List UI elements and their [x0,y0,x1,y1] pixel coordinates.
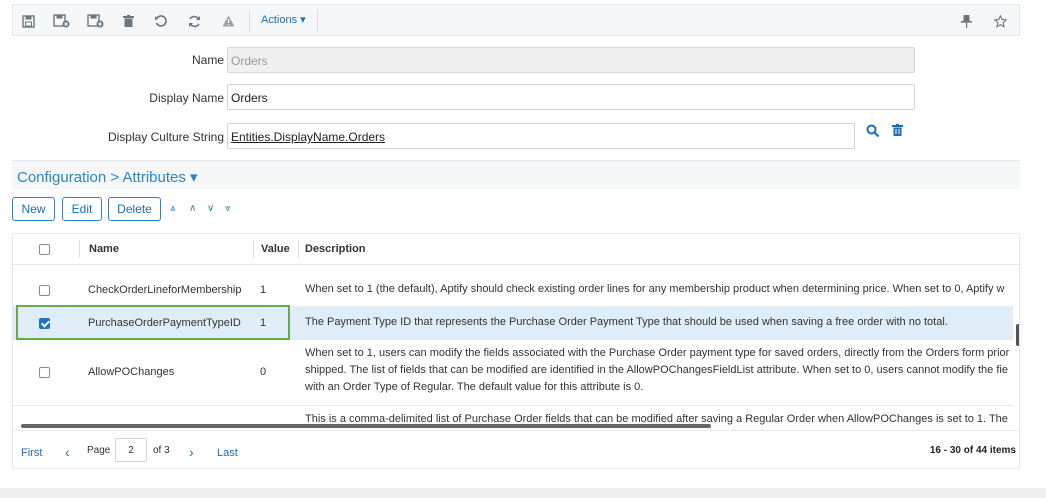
page-number-input[interactable]: 2 [115,438,147,462]
move-bottom-icon[interactable]: ⩔ [225,203,231,214]
select-all-checkbox[interactable] [39,244,50,255]
display-name-field[interactable]: Orders [227,84,915,110]
value-column-header[interactable]: Value [261,243,290,255]
move-down-icon[interactable]: ∨ [207,203,214,214]
delete-icon[interactable] [119,12,137,30]
next-page-icon[interactable]: › [189,444,194,460]
item-count: 16 - 30 of 44 items [929,445,1016,456]
move-up-icon[interactable]: ∧ [189,203,196,214]
horizontal-scrollbar[interactable] [21,424,711,428]
column-divider [253,240,254,258]
prev-page-icon[interactable]: ‹ [65,444,70,460]
config-section-header: Configuration > Attributes ▾ [12,160,1020,189]
save-and-close-icon[interactable] [53,12,71,30]
row-checkbox[interactable] [39,367,50,378]
table-row[interactable]: AllowPOChanges 0 When set to 1, users ca… [13,339,1013,406]
delete-button[interactable]: Delete [108,197,161,221]
save-icon[interactable] [19,12,37,30]
last-page-link[interactable]: Last [217,447,238,459]
vertical-scrollbar[interactable] [1016,324,1019,346]
attribute-description: When set to 1 (the default), Aptify shou… [305,281,1017,298]
search-icon[interactable] [866,124,880,141]
table-row[interactable]: CheckOrderLineforMembership 1 When set t… [13,273,1013,307]
new-button[interactable]: New [12,197,55,221]
pager: First ‹ Page 2 of 3 › Last 16 - 30 of 44… [13,430,1019,468]
display-name-label: Display Name [149,91,224,105]
edit-button[interactable]: Edit [62,197,102,221]
description-line: The Payment Type ID that represents the … [305,316,948,328]
star-icon[interactable] [991,12,1009,30]
row-checkbox[interactable] [39,285,50,296]
save-and-new-icon[interactable] [87,12,105,30]
attribute-description: When set to 1, users can modify the fiel… [305,345,1017,396]
page-total-label: of 3 [153,445,170,456]
page-label: Page [87,445,111,456]
footer-strip [0,488,1046,498]
description-line: When set to 1 (the default), Aptify shou… [305,283,1005,295]
name-label: Name [191,53,224,67]
selection-highlight-box [16,305,290,340]
culture-string-link[interactable]: Entities.DisplayName.Orders [231,130,385,144]
attribute-name: CheckOrderLineforMembership [88,284,242,296]
culture-string-field[interactable]: Entities.DisplayName.Orders [227,123,855,149]
culture-string-label: Display Culture String [107,130,224,144]
toolbar-divider [317,10,318,32]
refresh-icon[interactable] [185,12,203,30]
config-attributes-title[interactable]: Configuration > Attributes ▾ [17,168,198,186]
column-divider [298,240,299,258]
warning-icon[interactable] [219,12,237,30]
undo-icon[interactable] [151,12,169,30]
attribute-name: AllowPOChanges [88,366,175,378]
toolbar: Actions ▾ [12,4,1020,36]
attribute-value: 0 [260,366,267,378]
attribute-description: The Payment Type ID that represents the … [305,314,1017,331]
name-field[interactable]: Orders [227,47,915,73]
description-line: When set to 1, users can modify the fiel… [305,347,1010,359]
description-line: with an Order Type of Regular. The defau… [305,381,644,393]
attributes-grid: Name Value Description CheckOrderLinefor… [12,233,1020,469]
actions-menu-button[interactable]: Actions ▾ [261,13,306,26]
description-column-header[interactable]: Description [305,243,366,255]
pin-icon[interactable] [957,12,975,30]
grid-header: Name Value Description [13,234,1019,265]
move-top-icon[interactable]: ⩓ [170,203,176,214]
attribute-value: 1 [260,284,267,296]
first-page-link[interactable]: First [21,447,42,459]
clear-culture-icon[interactable] [892,124,903,139]
description-line: shipped. The list of fields that can be … [305,364,1008,376]
name-column-header[interactable]: Name [89,243,119,255]
column-divider [79,240,80,258]
toolbar-divider [249,10,250,32]
